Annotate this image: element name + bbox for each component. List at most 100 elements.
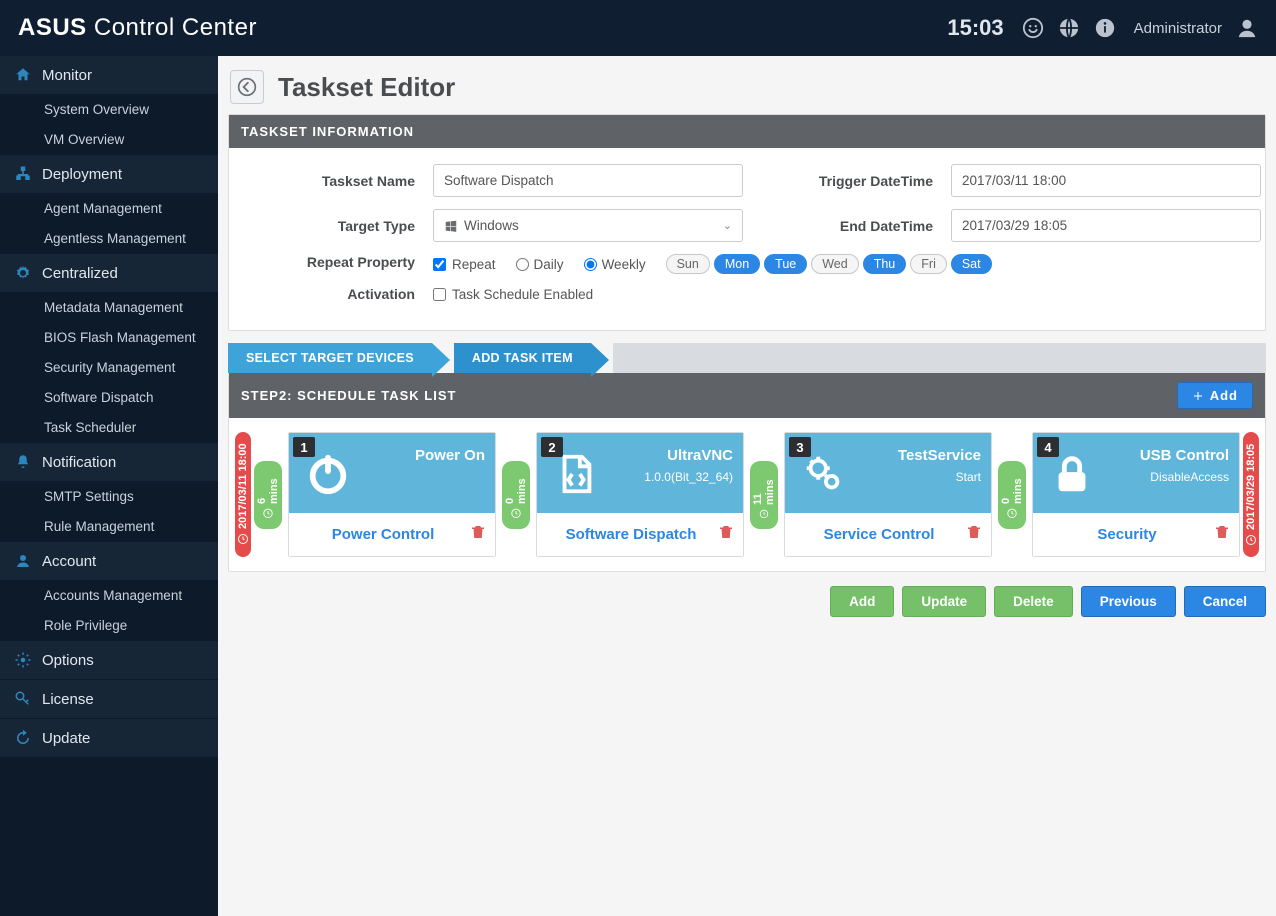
- task-title: USB Control: [1105, 447, 1229, 464]
- cancel-button[interactable]: Cancel: [1184, 586, 1266, 617]
- clock: 15:03: [947, 15, 1003, 41]
- power-icon: [305, 451, 351, 497]
- nav-section-update[interactable]: Update: [0, 719, 218, 758]
- nav-item[interactable]: Agentless Management: [0, 224, 218, 254]
- nav-item[interactable]: Metadata Management: [0, 293, 218, 323]
- nav-item[interactable]: SMTP Settings: [0, 482, 218, 512]
- main: Taskset Editor TASKSET INFORMATION Tasks…: [218, 56, 1276, 916]
- task-category: Security: [1041, 526, 1213, 543]
- user-avatar-icon[interactable]: [1236, 17, 1258, 39]
- nav-item[interactable]: System Overview: [0, 95, 218, 125]
- task-card: 1 Power On Power Control: [288, 432, 496, 557]
- cog-icon: [14, 651, 32, 669]
- nav-section-notification[interactable]: Notification: [0, 443, 218, 482]
- delete-task-button[interactable]: [469, 523, 487, 546]
- update-button[interactable]: Update: [902, 586, 986, 617]
- chevron-down-icon: ⌄: [723, 219, 732, 232]
- task-card: 3TestServiceStartService Control: [784, 432, 992, 557]
- day-sun[interactable]: Sun: [666, 254, 710, 274]
- page-title: Taskset Editor: [278, 72, 455, 103]
- end-time-bar: 2017/03/29 18:05: [1243, 432, 1259, 557]
- day-sat[interactable]: Sat: [951, 254, 992, 274]
- nav-section-centralized[interactable]: Centralized: [0, 254, 218, 293]
- user-name[interactable]: Administrator: [1134, 20, 1222, 37]
- home-icon: [14, 66, 32, 84]
- task-number: 4: [1037, 437, 1059, 457]
- page-title-row: Taskset Editor: [228, 66, 1266, 114]
- taskset-info-panel: TASKSET INFORMATION Taskset Name Trigger…: [228, 114, 1266, 331]
- nav-item[interactable]: Agent Management: [0, 194, 218, 224]
- nav-section-monitor[interactable]: Monitor: [0, 56, 218, 95]
- info-icon[interactable]: [1094, 17, 1116, 39]
- task-title: Power On: [361, 447, 485, 464]
- day-tue[interactable]: Tue: [764, 254, 807, 274]
- task-number: 1: [293, 437, 315, 457]
- nav-section-license[interactable]: License: [0, 680, 218, 719]
- label-end-dt: End DateTime: [783, 218, 933, 234]
- nav-item[interactable]: Task Scheduler: [0, 413, 218, 443]
- task-card: 4USB ControlDisableAccessSecurity: [1032, 432, 1240, 557]
- label-target-type: Target Type: [247, 218, 415, 234]
- delete-button[interactable]: Delete: [994, 586, 1073, 617]
- task-category: Software Dispatch: [545, 526, 717, 543]
- key-icon: [14, 690, 32, 708]
- gap-bar: 0 mins: [502, 461, 530, 529]
- nav-item[interactable]: Accounts Management: [0, 581, 218, 611]
- windows-icon: [444, 219, 458, 233]
- previous-button[interactable]: Previous: [1081, 586, 1176, 617]
- task-title: TestService: [857, 447, 981, 464]
- lock-icon: [1049, 451, 1095, 497]
- back-button[interactable]: [230, 70, 264, 104]
- nav-item[interactable]: BIOS Flash Management: [0, 323, 218, 353]
- end-dt-input[interactable]: [951, 209, 1261, 242]
- crumb-add-task[interactable]: ADD TASK ITEM: [454, 343, 591, 373]
- trigger-dt-input[interactable]: [951, 164, 1261, 197]
- nav-section-options[interactable]: Options: [0, 641, 218, 680]
- gap-bar: 11 mins: [750, 461, 778, 529]
- nav-item[interactable]: Rule Management: [0, 512, 218, 542]
- nav-section-account[interactable]: Account: [0, 542, 218, 581]
- globe-icon[interactable]: [1058, 17, 1080, 39]
- task-strip: 2017/03/11 18:006 mins 1 Power On Power Con…: [229, 418, 1265, 571]
- task-title: UltraVNC: [609, 447, 733, 464]
- sidebar: MonitorSystem OverviewVM OverviewDeploym…: [0, 56, 218, 916]
- start-time-bar: 2017/03/11 18:00: [235, 432, 251, 557]
- crumb-select-devices[interactable]: SELECT TARGET DEVICES: [228, 343, 432, 373]
- day-wed[interactable]: Wed: [811, 254, 858, 274]
- task-number: 3: [789, 437, 811, 457]
- panel-header: TASKSET INFORMATION: [229, 115, 1265, 148]
- taskset-name-input[interactable]: [433, 164, 743, 197]
- nav-item[interactable]: Security Management: [0, 353, 218, 383]
- bell-icon: [14, 453, 32, 471]
- delete-task-button[interactable]: [965, 523, 983, 546]
- brand: ASUS Control Center: [18, 14, 257, 42]
- task-subtitle: Start: [857, 470, 981, 484]
- delete-task-button[interactable]: [1213, 523, 1231, 546]
- task-card: 2UltraVNC1.0.0(Bit_32_64)Software Dispat…: [536, 432, 744, 557]
- task-list-panel: STEP2: SCHEDULE TASK LIST Add 2017/03/11…: [228, 373, 1266, 572]
- step-header: STEP2: SCHEDULE TASK LIST Add: [229, 373, 1265, 418]
- weekly-radio[interactable]: Weekly: [584, 257, 646, 272]
- day-fri[interactable]: Fri: [910, 254, 947, 274]
- day-mon[interactable]: Mon: [714, 254, 760, 274]
- nav-item[interactable]: VM Overview: [0, 125, 218, 155]
- task-number: 2: [541, 437, 563, 457]
- task-category: Power Control: [297, 526, 469, 543]
- repeat-checkbox[interactable]: Repeat: [433, 257, 496, 272]
- smile-icon[interactable]: [1022, 17, 1044, 39]
- nav-item[interactable]: Role Privilege: [0, 611, 218, 641]
- target-type-select[interactable]: Windows ⌄: [433, 209, 743, 242]
- day-thu[interactable]: Thu: [863, 254, 907, 274]
- step-crumbs: SELECT TARGET DEVICES ADD TASK ITEM: [228, 343, 1266, 373]
- label-taskset-name: Taskset Name: [247, 173, 415, 189]
- activation-checkbox[interactable]: Task Schedule Enabled: [433, 287, 593, 302]
- refresh-icon: [14, 729, 32, 747]
- nav-section-deployment[interactable]: Deployment: [0, 155, 218, 194]
- gap-bar: 6 mins: [254, 461, 282, 529]
- add-task-button[interactable]: Add: [1177, 382, 1253, 409]
- nav-item[interactable]: Software Dispatch: [0, 383, 218, 413]
- delete-task-button[interactable]: [717, 523, 735, 546]
- daily-radio[interactable]: Daily: [516, 257, 564, 272]
- label-activation: Activation: [247, 286, 415, 302]
- add-button[interactable]: Add: [830, 586, 894, 617]
